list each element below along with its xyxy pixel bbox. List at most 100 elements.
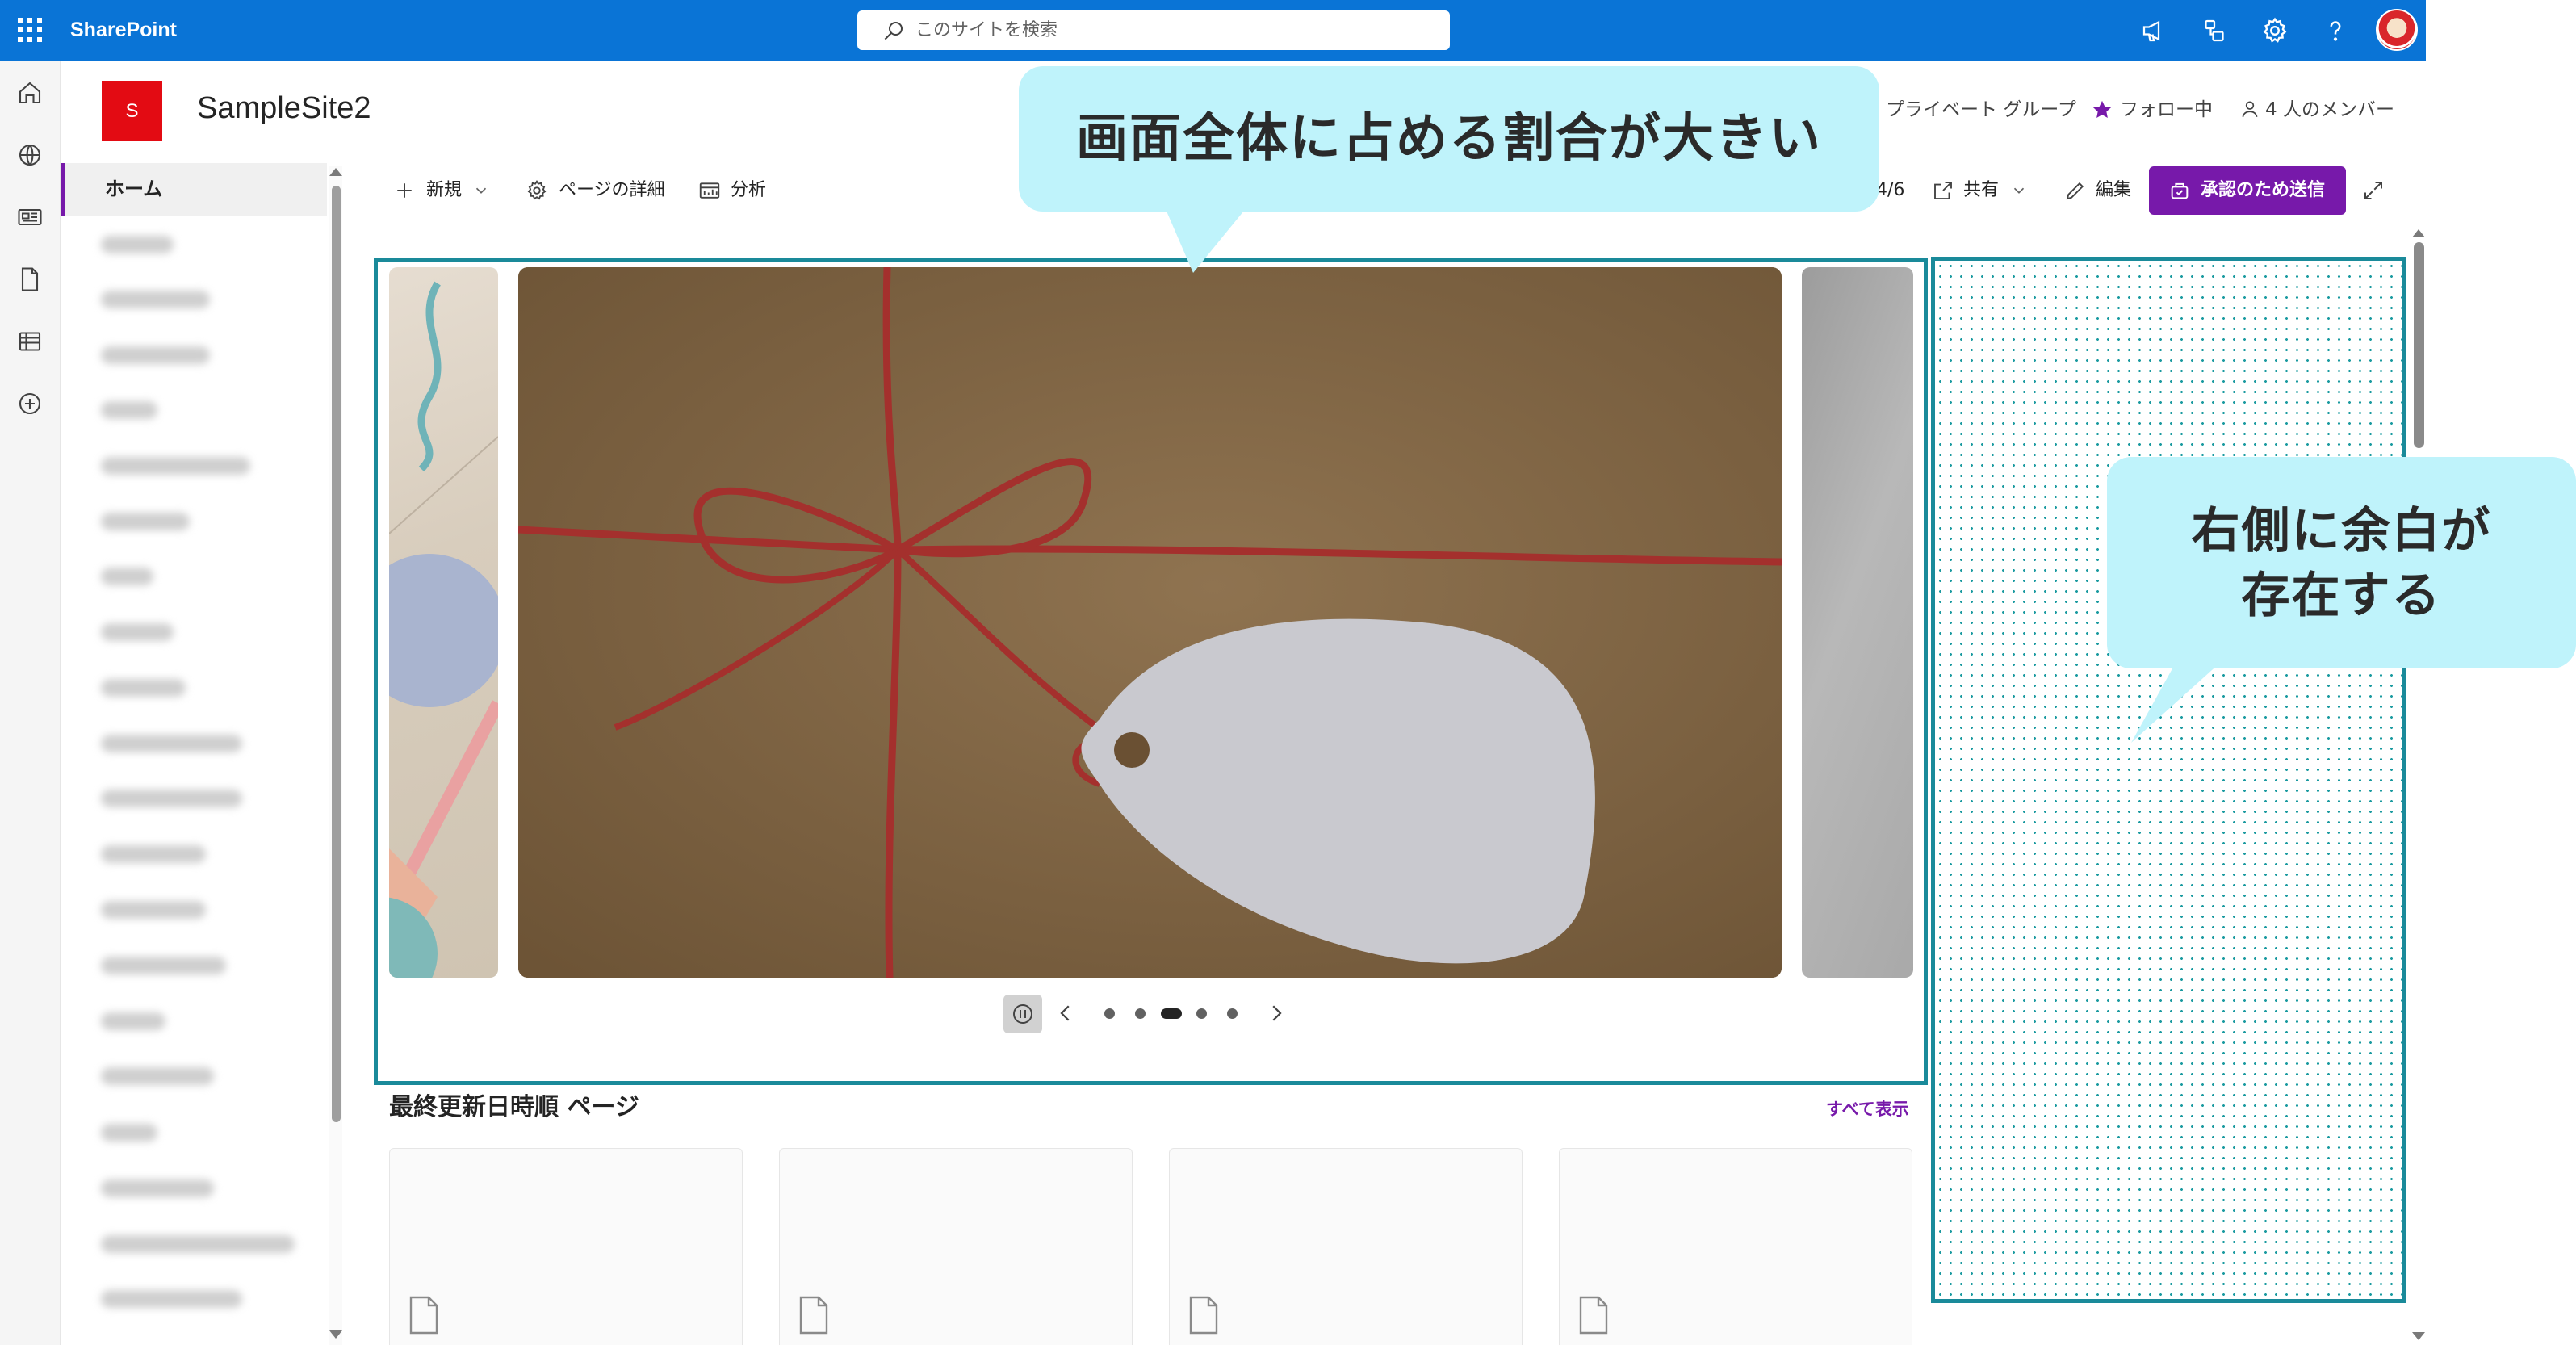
chevron-down-icon[interactable] xyxy=(2010,178,2028,203)
document-icon xyxy=(1577,1296,1610,1335)
page-card[interactable] xyxy=(389,1148,743,1345)
page-scroll-up-arrow[interactable] xyxy=(2412,229,2425,237)
callout-top: 画面全体に占める割合が大きい xyxy=(1019,66,1879,212)
megaphone-icon[interactable] xyxy=(2139,16,2168,45)
help-icon[interactable] xyxy=(2321,16,2350,45)
carousel-dot-active[interactable] xyxy=(1161,1008,1182,1019)
nav-item-blurred[interactable] xyxy=(101,568,153,585)
approval-icon xyxy=(2168,179,2191,202)
carousel-slide-previous[interactable] xyxy=(389,267,498,978)
share-network-icon[interactable] xyxy=(2200,16,2229,45)
nav-scroll-up-arrow[interactable] xyxy=(329,168,342,176)
page-details-button[interactable]: ページの詳細 xyxy=(559,176,665,205)
nav-item-home-label: ホーム xyxy=(105,176,162,202)
see-all-link[interactable]: すべて表示 xyxy=(1826,1097,1909,1121)
whitespace-annotation-frame xyxy=(1931,257,2406,1303)
list-icon[interactable] xyxy=(15,327,44,356)
callout-top-tail xyxy=(1162,202,1251,274)
globe-icon[interactable] xyxy=(15,140,44,170)
page-count: 4/6 xyxy=(1876,176,1904,205)
document-icon[interactable] xyxy=(15,265,44,294)
nav-scroll-down-arrow[interactable] xyxy=(329,1330,342,1339)
document-icon xyxy=(1187,1296,1220,1335)
submit-for-approval-label: 承認のため送信 xyxy=(2201,180,2325,200)
expand-icon[interactable] xyxy=(2361,178,2385,203)
gift-tag-photo xyxy=(518,267,1782,978)
carousel-dot[interactable] xyxy=(1227,1008,1238,1019)
nav-item-blurred[interactable] xyxy=(101,291,210,308)
page-card[interactable] xyxy=(1559,1148,1912,1345)
nav-item-blurred[interactable] xyxy=(101,623,174,641)
nav-scrollbar-thumb[interactable] xyxy=(332,186,341,1122)
callout-right-line1: 右側に余白が xyxy=(2107,499,2576,564)
person-icon xyxy=(2239,98,2260,119)
carousel-dot[interactable] xyxy=(1196,1008,1207,1019)
nav-item-blurred[interactable] xyxy=(101,1124,157,1142)
analytics-icon xyxy=(697,178,722,203)
site-navigation xyxy=(61,161,335,1345)
gear-icon xyxy=(525,178,549,203)
nav-item-blurred[interactable] xyxy=(101,1067,214,1085)
nav-item-blurred[interactable] xyxy=(101,1012,165,1030)
share-button[interactable]: 共有 xyxy=(1963,176,1999,205)
page-card[interactable] xyxy=(779,1148,1133,1345)
nav-item-blurred[interactable] xyxy=(101,845,206,863)
members-button[interactable]: 4 人のメンバー xyxy=(2265,97,2394,123)
document-icon xyxy=(798,1296,830,1335)
sharepoint-brand[interactable]: SharePoint xyxy=(70,16,177,44)
pages-section-title: 最終更新日時順 ページ xyxy=(389,1092,639,1124)
pause-icon xyxy=(1003,995,1042,1033)
callout-right: 右側に余白が 存在する xyxy=(2107,457,2576,668)
nav-item-blurred[interactable] xyxy=(101,957,226,974)
carousel-previous-chevron-icon[interactable] xyxy=(1053,1001,1078,1025)
carousel-dot[interactable] xyxy=(1104,1008,1115,1019)
chevron-down-icon[interactable] xyxy=(472,178,490,203)
slide-illustration xyxy=(389,267,498,978)
news-icon[interactable] xyxy=(15,203,44,232)
app-rail xyxy=(0,61,61,1345)
analytics-button[interactable]: 分析 xyxy=(731,176,766,205)
carousel-next-chevron-icon[interactable] xyxy=(1264,1001,1288,1025)
new-button[interactable]: 新規 xyxy=(426,176,462,205)
app-launcher-icon[interactable] xyxy=(18,18,42,42)
suite-bar: SharePoint xyxy=(0,0,2426,61)
follow-button[interactable]: フォロー中 xyxy=(2120,97,2213,123)
page-card[interactable] xyxy=(1169,1148,1523,1345)
search-box[interactable] xyxy=(857,10,1450,50)
share-icon xyxy=(1931,178,1955,203)
add-icon xyxy=(392,178,417,203)
nav-item-blurred[interactable] xyxy=(101,457,250,475)
star-icon[interactable] xyxy=(2091,98,2113,121)
submit-for-approval-button[interactable]: 承認のため送信 xyxy=(2149,166,2346,215)
avatar[interactable] xyxy=(2376,9,2418,51)
nav-item-blurred[interactable] xyxy=(101,236,174,253)
nav-item-blurred[interactable] xyxy=(101,513,190,530)
privacy-label: プライベート グループ xyxy=(1886,97,2076,123)
gear-icon[interactable] xyxy=(2260,16,2289,45)
carousel-slide-current[interactable] xyxy=(518,267,1782,978)
page-scroll-down-arrow[interactable] xyxy=(2412,1332,2425,1340)
nav-item-blurred[interactable] xyxy=(101,901,206,919)
home-icon[interactable] xyxy=(15,78,44,107)
nav-item-blurred[interactable] xyxy=(101,346,210,364)
page-scrollbar-thumb[interactable] xyxy=(2414,242,2424,448)
nav-item-blurred[interactable] xyxy=(101,735,242,752)
nav-item-blurred[interactable] xyxy=(101,790,242,807)
carousel-pause-button[interactable] xyxy=(1003,995,1042,1033)
nav-item-blurred[interactable] xyxy=(101,1179,214,1197)
add-icon[interactable] xyxy=(15,389,44,418)
nav-item-blurred[interactable] xyxy=(101,1235,295,1253)
nav-item-blurred[interactable] xyxy=(101,401,157,419)
nav-item-blurred[interactable] xyxy=(101,679,186,697)
carousel-slide-next[interactable] xyxy=(1802,267,1913,978)
carousel-dot[interactable] xyxy=(1135,1008,1146,1019)
search-input[interactable] xyxy=(915,15,1432,45)
callout-right-tail xyxy=(2131,656,2228,744)
edit-button[interactable]: 編集 xyxy=(2096,176,2131,205)
site-title[interactable]: SampleSite2 xyxy=(197,87,371,129)
search-icon xyxy=(882,19,906,43)
nav-item-blurred[interactable] xyxy=(101,1290,242,1308)
document-icon xyxy=(408,1296,440,1335)
nav-item-home[interactable]: ホーム xyxy=(61,163,327,216)
site-logo[interactable]: S xyxy=(102,81,162,141)
